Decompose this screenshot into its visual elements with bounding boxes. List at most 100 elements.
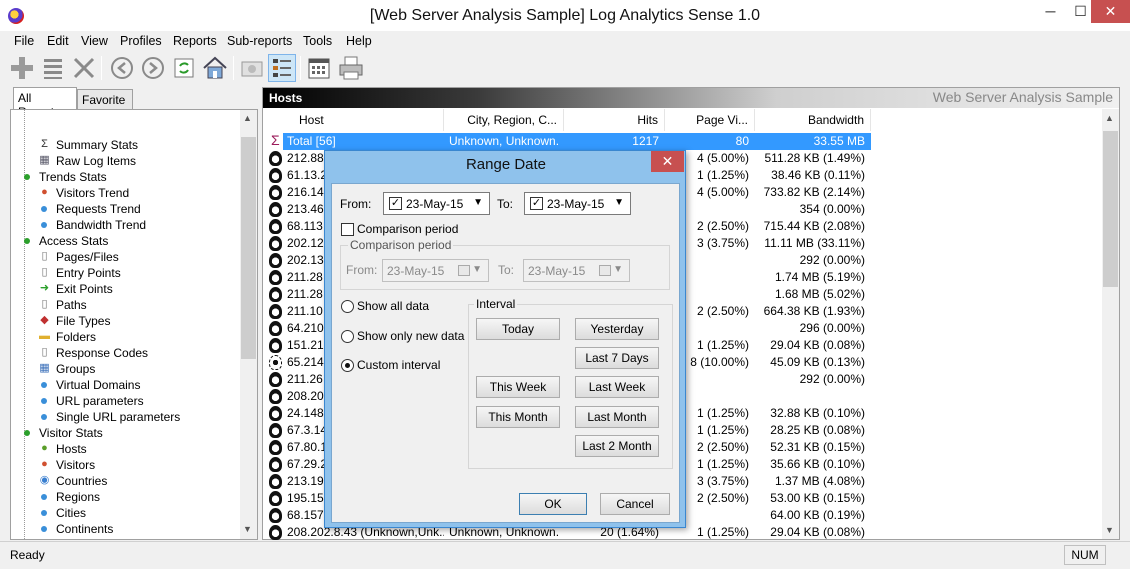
scroll-down-icon[interactable]: ▼ bbox=[243, 524, 252, 534]
show-all-data-radio[interactable] bbox=[341, 300, 354, 313]
calendar-icon[interactable] bbox=[305, 54, 333, 82]
toolbar-separator bbox=[300, 56, 301, 80]
yesterday-button[interactable]: Yesterday bbox=[575, 318, 659, 340]
table-scroll-thumb[interactable] bbox=[1103, 131, 1118, 287]
tree-item[interactable]: ◆ File Types bbox=[11, 313, 239, 329]
table-scrollbar[interactable]: ▲ ▼ bbox=[1102, 109, 1119, 539]
forward-icon[interactable] bbox=[139, 54, 167, 82]
this-month-button[interactable]: This Month bbox=[476, 406, 560, 428]
refresh-icon[interactable] bbox=[170, 54, 198, 82]
tree-item[interactable]: Trends Stats bbox=[11, 169, 239, 185]
tree-item[interactable]: ▦ Raw Log Items bbox=[11, 153, 239, 169]
tree-item[interactable]: ▦ Groups bbox=[11, 361, 239, 377]
tree-item[interactable]: ➜ Exit Points bbox=[11, 281, 239, 297]
today-button[interactable]: Today bbox=[476, 318, 560, 340]
column-page-views[interactable]: Page Vi... bbox=[665, 109, 755, 131]
custom-interval-label[interactable]: Custom interval bbox=[357, 358, 440, 372]
tree-item[interactable]: ● Visitors Trend bbox=[11, 185, 239, 201]
last-2-month-button[interactable]: Last 2 Month bbox=[575, 435, 659, 457]
tree-item[interactable]: Continents bbox=[11, 521, 239, 537]
cancel-button[interactable]: Cancel bbox=[600, 493, 670, 515]
menu-edit[interactable]: Edit bbox=[47, 34, 69, 48]
tree-item[interactable]: Regions bbox=[11, 489, 239, 505]
column-hits[interactable]: Hits bbox=[564, 109, 665, 131]
show-only-new-data-label[interactable]: Show only new data bbox=[357, 329, 464, 343]
report-list-icon[interactable] bbox=[268, 54, 296, 82]
to-date-value: 23-May-15 bbox=[547, 197, 605, 211]
from-date-checkbox[interactable]: ✓ bbox=[389, 197, 402, 210]
tree-item[interactable]: URL parameters bbox=[11, 393, 239, 409]
tree-item[interactable]: ▯ Response Codes bbox=[11, 345, 239, 361]
tree-item[interactable]: Single URL parameters bbox=[11, 409, 239, 425]
chevron-down-icon[interactable]: ▼ bbox=[614, 197, 624, 208]
tree-item[interactable]: ▯ Entry Points bbox=[11, 265, 239, 281]
tree-scrollbar[interactable]: ▲ ▼ bbox=[240, 110, 257, 539]
cell-bandwidth: 292 (0.00%) bbox=[799, 253, 865, 267]
file-types-icon: ◆ bbox=[40, 314, 49, 326]
list-edit-icon[interactable] bbox=[40, 54, 68, 82]
host-user-icon bbox=[269, 253, 282, 268]
home-icon[interactable] bbox=[201, 54, 229, 82]
column-location[interactable]: City, Region, C... bbox=[444, 109, 564, 131]
custom-interval-radio[interactable] bbox=[341, 359, 354, 372]
comparison-from-date-picker[interactable]: 23-May-15 ▼ bbox=[382, 259, 489, 282]
to-date-checkbox[interactable]: ✓ bbox=[530, 197, 543, 210]
chevron-down-icon[interactable]: ▼ bbox=[472, 264, 482, 275]
to-date-picker[interactable]: ✓ 23-May-15 ▼ bbox=[524, 192, 631, 215]
chevron-down-icon[interactable]: ▼ bbox=[613, 264, 623, 275]
ok-button[interactable]: OK bbox=[519, 493, 587, 515]
menu-file[interactable]: File bbox=[14, 34, 34, 48]
tree-scroll-thumb[interactable] bbox=[241, 137, 256, 359]
report-title: Hosts bbox=[269, 91, 303, 105]
tree-item[interactable]: Bandwidth Trend bbox=[11, 217, 239, 233]
interval-group-title: Interval bbox=[474, 297, 518, 311]
show-only-new-data-radio[interactable] bbox=[341, 330, 354, 343]
tree-item[interactable]: ▬ Folders bbox=[11, 329, 239, 345]
tree-item[interactable]: Cities bbox=[11, 505, 239, 521]
minimize-button[interactable]: ─ bbox=[1034, 0, 1067, 23]
comparison-period-checkbox-label[interactable]: Comparison period bbox=[357, 222, 458, 236]
tree-item[interactable]: ▯ Pages/Files bbox=[11, 249, 239, 265]
column-host[interactable]: Host bbox=[263, 109, 444, 131]
print-icon[interactable] bbox=[337, 54, 365, 82]
menu-view[interactable]: View bbox=[81, 34, 108, 48]
menu-sub-reports[interactable]: Sub-reports bbox=[227, 34, 292, 48]
menu-reports[interactable]: Reports bbox=[173, 34, 217, 48]
tree-item[interactable]: Access Stats bbox=[11, 233, 239, 249]
screenshot-icon[interactable] bbox=[238, 54, 266, 82]
tree-item[interactable]: Virtual Domains bbox=[11, 377, 239, 393]
last-week-button[interactable]: Last Week bbox=[575, 376, 659, 398]
tree-item[interactable]: ● Hosts bbox=[11, 441, 239, 457]
tree-item[interactable]: Σ Summary Stats bbox=[11, 137, 239, 153]
dialog-close-button[interactable]: ✕ bbox=[651, 151, 684, 172]
tree-item[interactable]: ● Users bbox=[11, 537, 239, 539]
tree-item[interactable]: Visitor Stats bbox=[11, 425, 239, 441]
show-all-data-label[interactable]: Show all data bbox=[357, 299, 429, 313]
tree-item[interactable]: ▯ Paths bbox=[11, 297, 239, 313]
menu-profiles[interactable]: Profiles bbox=[120, 34, 162, 48]
scroll-up-icon[interactable]: ▲ bbox=[243, 113, 252, 123]
scroll-down-icon[interactable]: ▼ bbox=[1105, 525, 1114, 535]
menu-help[interactable]: Help bbox=[346, 34, 372, 48]
tab-favorite[interactable]: Favorite bbox=[77, 89, 133, 109]
this-week-button[interactable]: This Week bbox=[476, 376, 560, 398]
tree-item[interactable]: ● Visitors bbox=[11, 457, 239, 473]
chevron-down-icon[interactable]: ▼ bbox=[473, 197, 483, 208]
bullet-icon bbox=[24, 430, 30, 436]
delete-icon[interactable] bbox=[70, 54, 98, 82]
tab-all-reports[interactable]: All Reports bbox=[13, 87, 77, 119]
comparison-to-date-picker[interactable]: 23-May-15 ▼ bbox=[523, 259, 630, 282]
tree-item[interactable]: Requests Trend bbox=[11, 201, 239, 217]
table-row[interactable]: Σ Total [56] Unknown, Unknown... 1217 80 33.5… bbox=[263, 132, 1103, 150]
add-icon[interactable] bbox=[8, 54, 36, 82]
comparison-period-checkbox[interactable] bbox=[341, 223, 354, 236]
last-month-button[interactable]: Last Month bbox=[575, 406, 659, 428]
tree-item[interactable]: ◉ Countries bbox=[11, 473, 239, 489]
back-icon[interactable] bbox=[108, 54, 136, 82]
menu-tools[interactable]: Tools bbox=[303, 34, 332, 48]
close-button[interactable]: ✕ bbox=[1091, 0, 1130, 23]
column-bandwidth[interactable]: Bandwidth bbox=[755, 109, 871, 131]
from-date-picker[interactable]: ✓ 23-May-15 ▼ bbox=[383, 192, 490, 215]
scroll-up-icon[interactable]: ▲ bbox=[1105, 113, 1114, 123]
last-7-days-button[interactable]: Last 7 Days bbox=[575, 347, 659, 369]
